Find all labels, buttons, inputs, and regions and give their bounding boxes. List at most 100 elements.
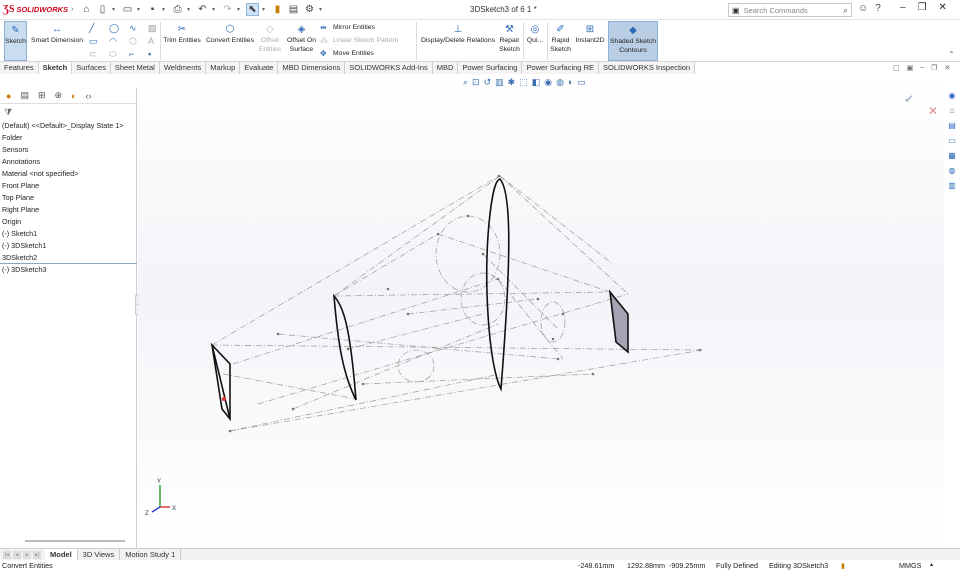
tab-3d-views[interactable]: 3D Views bbox=[78, 548, 121, 561]
tab-solidworks-addins[interactable]: SOLIDWORKS Add-Ins bbox=[345, 62, 433, 74]
offset-on-surface-button[interactable]: ◈ Offset On Surface bbox=[285, 21, 318, 54]
options-gear-icon[interactable]: ⚙ bbox=[303, 3, 316, 16]
configuration-manager-icon[interactable]: ⊞ bbox=[38, 90, 46, 101]
tree-item-sketch1[interactable]: (-) Sketch1 bbox=[0, 228, 137, 240]
solidworks-logo[interactable]: ƷS SOLIDWORKS › bbox=[0, 4, 73, 15]
tab-motion-study[interactable]: Motion Study 1 bbox=[120, 548, 182, 561]
ribbon-pin-icon[interactable]: ⌃ bbox=[948, 50, 955, 59]
rebuild-icon[interactable]: ▮ bbox=[271, 3, 284, 16]
doc-close-icon[interactable]: ✕ bbox=[944, 64, 950, 72]
restore-icon[interactable]: ❐ bbox=[918, 2, 927, 13]
status-units[interactable]: MMGS bbox=[899, 561, 921, 570]
redo-icon[interactable]: ↷ bbox=[221, 3, 234, 16]
tab-markup[interactable]: Markup bbox=[206, 62, 241, 74]
mirror-entities-button[interactable]: ⇹ Mirror Entities bbox=[320, 23, 375, 32]
tab-mbd-dimensions[interactable]: MBD Dimensions bbox=[278, 62, 346, 74]
tree-item-folder[interactable]: Folder bbox=[0, 132, 137, 144]
chevron-down-icon[interactable]: ▾ bbox=[162, 6, 168, 13]
tree-item-3dsketch3[interactable]: (-) 3DSketch3 bbox=[0, 264, 137, 276]
tree-item-top-plane[interactable]: Top Plane bbox=[0, 192, 137, 204]
chevron-down-icon[interactable]: ▾ bbox=[319, 6, 325, 13]
linear-sketch-pattern-button[interactable]: ⁂ Linear Sketch Pattern bbox=[320, 36, 398, 45]
polygon-icon[interactable]: ⬡ bbox=[129, 36, 137, 47]
menu-expand-icon[interactable]: › bbox=[71, 6, 73, 13]
last-tab-icon[interactable]: ▸| bbox=[33, 550, 41, 559]
units-dropdown-icon[interactable]: ▴ bbox=[930, 561, 933, 568]
save-icon[interactable]: ▪ bbox=[146, 3, 159, 16]
tab-model[interactable]: Model bbox=[45, 548, 78, 561]
chevron-down-icon[interactable]: ▾ bbox=[137, 6, 143, 13]
search-input[interactable]: ▣ Search Commands ⌕ bbox=[728, 3, 852, 17]
shaded-sketch-contours-button[interactable]: ◆ Shaded Sketch Contours bbox=[608, 21, 658, 61]
tree-item-annotations[interactable]: Annotations bbox=[0, 156, 137, 168]
filter-icon[interactable]: ⧩ bbox=[4, 107, 12, 118]
help-icon[interactable]: ? bbox=[875, 3, 881, 14]
tree-item-right-plane[interactable]: Right Plane bbox=[0, 204, 137, 216]
confirm-check-icon[interactable]: ✔ bbox=[904, 92, 914, 106]
text-sketch-icon[interactable]: A bbox=[148, 36, 154, 46]
appearances-icon[interactable]: ◍ bbox=[946, 165, 959, 177]
next-tab-icon[interactable]: ▸ bbox=[23, 550, 31, 559]
tree-item-3dsketch2[interactable]: 3DSketch2 bbox=[0, 252, 137, 264]
tab-weldments[interactable]: Weldments bbox=[159, 62, 207, 74]
convert-entities-button[interactable]: ⬡ Convert Entities bbox=[204, 21, 256, 45]
quick-snaps-button[interactable]: ◎ Qui... bbox=[525, 21, 545, 45]
home-pane-icon[interactable]: ⌂ bbox=[946, 105, 959, 117]
tab-sheet-metal[interactable]: Sheet Metal bbox=[110, 62, 160, 74]
tab-evaluate[interactable]: Evaluate bbox=[240, 62, 279, 74]
doc-restore-icon[interactable]: ❐ bbox=[931, 64, 937, 72]
spline-icon[interactable]: ∿ bbox=[129, 23, 137, 34]
tab-features[interactable]: Features bbox=[0, 62, 39, 74]
dimxpert-icon[interactable]: ⊕ bbox=[55, 90, 63, 101]
tree-item-origin[interactable]: Origin bbox=[0, 216, 137, 228]
sketch-button[interactable]: ✎ Sketch bbox=[4, 21, 27, 61]
point-icon[interactable]: ▪ bbox=[148, 49, 151, 59]
open-icon[interactable]: ▭ bbox=[121, 3, 134, 16]
chevron-down-icon[interactable]: ▾ bbox=[187, 6, 193, 13]
close-icon[interactable]: ✕ bbox=[939, 2, 947, 13]
circle-icon[interactable]: ◯ bbox=[109, 23, 119, 34]
rebuild-status-icon[interactable]: ▮ bbox=[841, 561, 845, 570]
tree-item-sensors[interactable]: Sensors bbox=[0, 144, 137, 156]
repair-sketch-button[interactable]: ⚒ Repair Sketch bbox=[498, 21, 521, 54]
new-document-icon[interactable]: ▯ bbox=[96, 3, 109, 16]
move-entities-button[interactable]: ✥ Move Entities bbox=[320, 49, 374, 58]
confirmation-corner[interactable]: ✔ ✕ bbox=[904, 92, 938, 118]
slot-icon[interactable]: ⊂ bbox=[89, 49, 97, 60]
tab-power-surfacing[interactable]: Power Surfacing bbox=[458, 62, 523, 74]
minimize-icon[interactable]: – bbox=[900, 2, 906, 13]
file-properties-icon[interactable]: ▤ bbox=[287, 3, 300, 16]
rapid-sketch-button[interactable]: ✐ Rapid Sketch bbox=[549, 21, 572, 54]
surface-sketch-icon[interactable]: ▧ bbox=[148, 23, 157, 34]
chevron-down-icon[interactable]: ▾ bbox=[112, 6, 118, 13]
tree-item-material[interactable]: Material <not specified> bbox=[0, 168, 137, 180]
panel-scrollbar[interactable] bbox=[25, 540, 125, 542]
view-palette-icon[interactable]: ▦ bbox=[946, 150, 959, 162]
home-icon[interactable]: ⌂ bbox=[80, 3, 93, 16]
display-manager-icon[interactable]: ◐ bbox=[71, 91, 76, 101]
trim-entities-button[interactable]: ✂ Trim Entities bbox=[162, 21, 202, 45]
tab-solidworks-inspection[interactable]: SOLIDWORKS Inspection bbox=[598, 62, 696, 74]
tab-surfaces[interactable]: Surfaces bbox=[72, 62, 111, 74]
search-icon[interactable]: ⌕ bbox=[843, 5, 848, 16]
file-explorer-icon[interactable]: ▭ bbox=[946, 135, 959, 147]
property-manager-icon[interactable]: ▤ bbox=[20, 90, 29, 101]
tree-item-3dsketch1[interactable]: (-) 3DSketch1 bbox=[0, 240, 137, 252]
solidworks-resources-icon[interactable]: ◉ bbox=[946, 90, 959, 102]
exit-sketch-icon[interactable]: ✕ bbox=[928, 104, 938, 118]
chevron-down-icon[interactable]: ▾ bbox=[262, 6, 268, 13]
design-library-icon[interactable]: ▤ bbox=[946, 120, 959, 132]
custom-properties-icon[interactable]: ▥ bbox=[946, 180, 959, 192]
tab-sketch[interactable]: Sketch bbox=[38, 62, 73, 74]
print-icon[interactable]: ⎙ bbox=[171, 3, 184, 16]
chevron-down-icon[interactable]: ▾ bbox=[237, 6, 243, 13]
instant2d-button[interactable]: ⊞ Instant2D bbox=[574, 21, 606, 45]
prev-tab-icon[interactable]: ◂ bbox=[13, 550, 21, 559]
line-icon[interactable]: ╱ bbox=[89, 23, 94, 34]
feature-manager-icon[interactable]: ● bbox=[6, 91, 11, 101]
undo-icon[interactable]: ↶ bbox=[196, 3, 209, 16]
chevron-down-icon[interactable]: ▾ bbox=[212, 6, 218, 13]
display-delete-relations-button[interactable]: ⊥ Display/Delete Relations bbox=[420, 21, 496, 45]
tree-item-display-state[interactable]: (Default) <<Default>_Display State 1> bbox=[0, 120, 137, 132]
cascade-icon[interactable]: ▣ bbox=[907, 64, 914, 72]
